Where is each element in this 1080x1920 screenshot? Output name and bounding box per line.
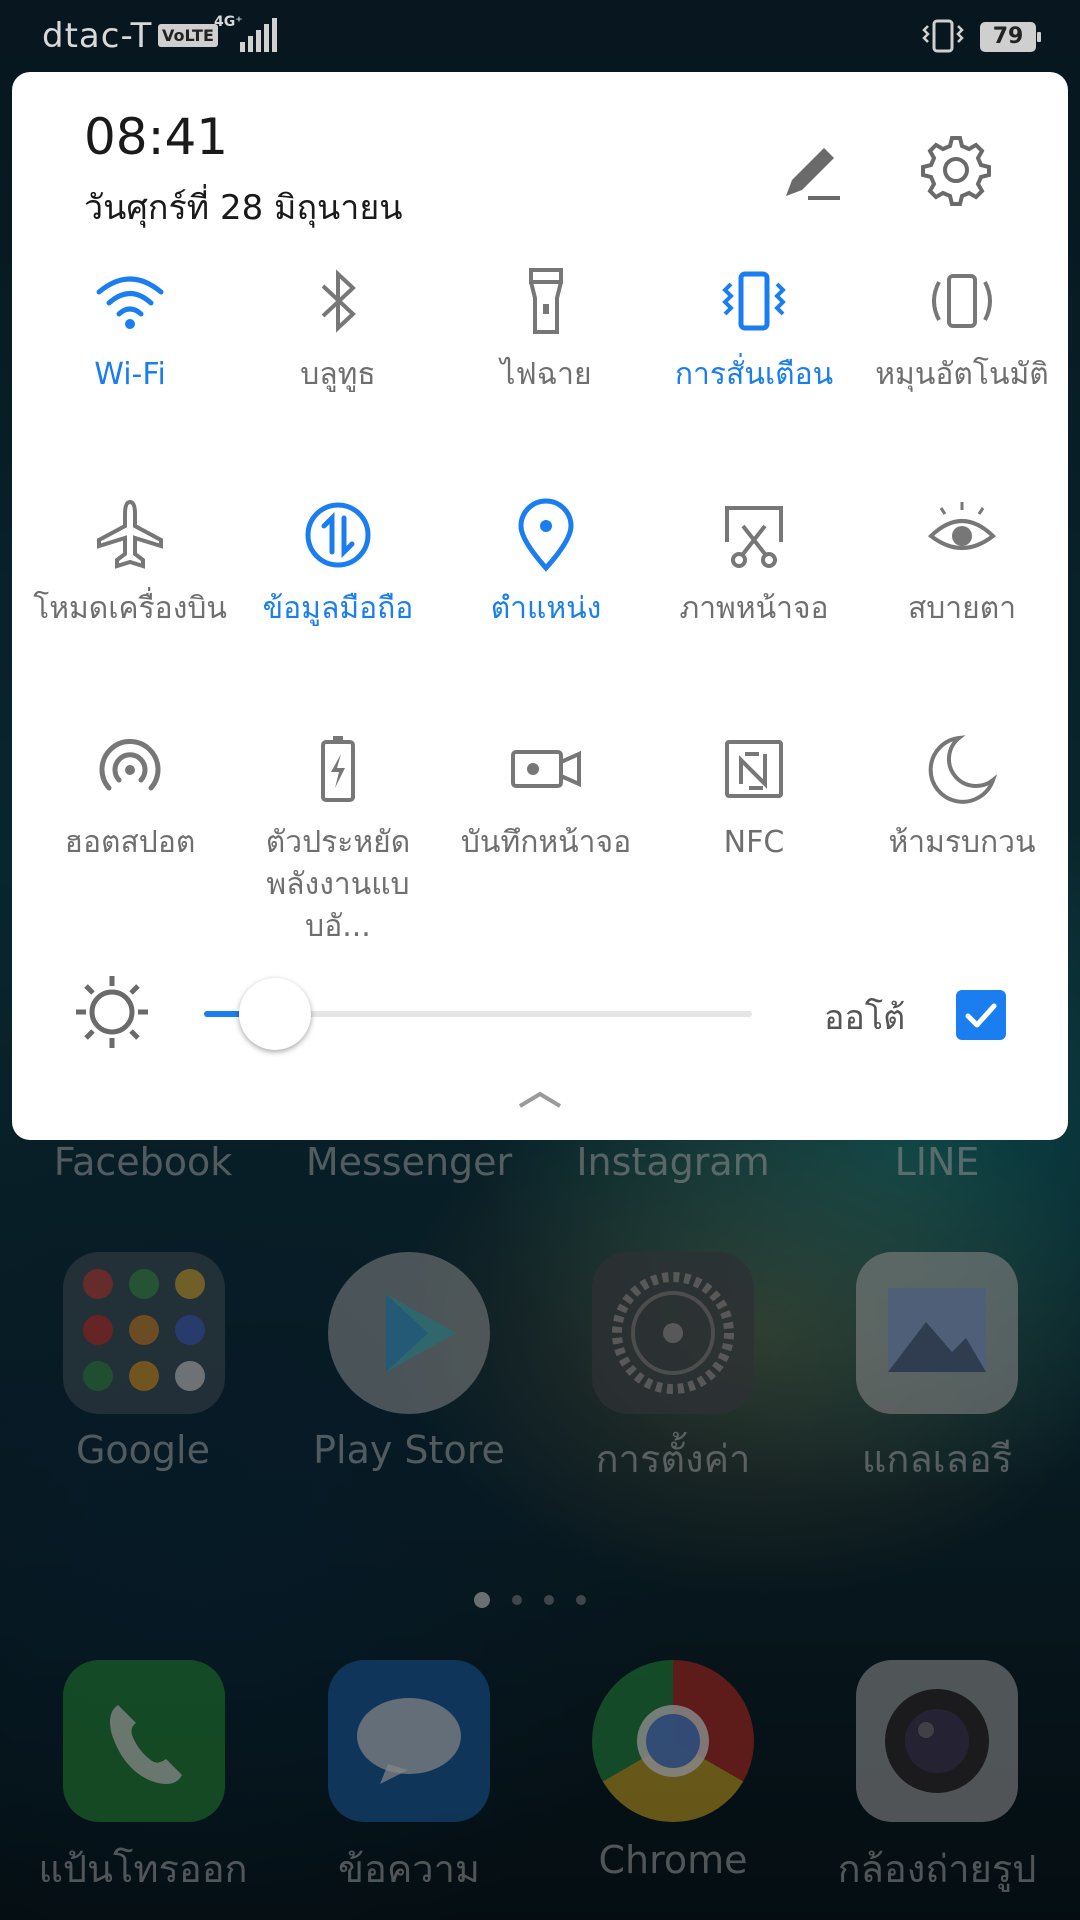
tile-vibrate[interactable]: การสั่นเตือน bbox=[650, 262, 858, 396]
mobile-data-icon bbox=[305, 502, 371, 568]
vibrate-status-icon bbox=[922, 19, 964, 53]
tile-screen-record[interactable]: บันทึกหน้าจอ bbox=[442, 730, 650, 864]
tile-hotspot[interactable]: ฮอตสปอต bbox=[26, 730, 234, 864]
tile-label: โหมดเครื่องบิน bbox=[33, 591, 227, 626]
network-type: 4G⁺ bbox=[214, 14, 243, 30]
tile-label: ภาพหน้าจอ bbox=[679, 591, 829, 626]
airplane-icon bbox=[97, 499, 163, 569]
battery-icon: 79 bbox=[980, 22, 1041, 52]
tile-flashlight[interactable]: ไฟฉาย bbox=[442, 262, 650, 396]
moon-icon bbox=[928, 735, 998, 804]
screenshot-icon bbox=[725, 506, 783, 568]
tile-screenshot[interactable]: ภาพหน้าจอ bbox=[650, 496, 858, 630]
tile-nfc[interactable]: NFC bbox=[650, 730, 858, 864]
bluetooth-icon bbox=[321, 269, 356, 333]
eye-comfort-icon bbox=[927, 502, 997, 550]
wifi-icon bbox=[96, 276, 164, 329]
tile-label: บลูทูธ bbox=[300, 357, 376, 392]
tile-auto-rotate[interactable]: หมุนอัตโนมัติ bbox=[858, 262, 1066, 396]
tile-label: ห้ามรบกวน bbox=[888, 825, 1036, 860]
auto-rotate-icon bbox=[932, 274, 992, 328]
screen-record-icon bbox=[511, 750, 581, 788]
flashlight-icon bbox=[529, 268, 563, 334]
tile-label: ไฟฉาย bbox=[500, 357, 592, 392]
battery-level: 79 bbox=[992, 24, 1024, 49]
tile-label: ข้อมูลมือถือ bbox=[262, 591, 414, 626]
battery-saver-icon bbox=[321, 736, 355, 802]
tile-airplane[interactable]: โหมดเครื่องบิน bbox=[26, 496, 234, 630]
tile-location[interactable]: ตำแหน่ง bbox=[442, 496, 650, 630]
status-bar: dtac-T VoLTE 4G⁺ 79 bbox=[0, 0, 1080, 72]
tile-wifi[interactable]: Wi-Fi bbox=[26, 262, 234, 396]
tile-label: Wi-Fi bbox=[94, 357, 166, 392]
carrier-name: dtac-T bbox=[42, 16, 153, 56]
location-icon bbox=[518, 498, 574, 572]
tile-eye-comfort[interactable]: สบายตา bbox=[858, 496, 1066, 630]
volte-badge: VoLTE bbox=[158, 24, 218, 47]
nfc-icon bbox=[725, 740, 783, 798]
clock: 08:41 bbox=[84, 108, 229, 166]
tile-label: ตำแหน่ง bbox=[490, 591, 602, 626]
brightness-thumb[interactable] bbox=[239, 978, 311, 1050]
edit-pencil-icon[interactable] bbox=[772, 130, 852, 210]
collapse-chevron-icon[interactable] bbox=[510, 1084, 570, 1114]
tile-label: บันทึกหน้าจอ bbox=[460, 825, 632, 860]
auto-brightness-checkbox[interactable] bbox=[956, 990, 1006, 1040]
tile-label: ตัวประหยัดพลังงานแบบอั... bbox=[265, 825, 411, 944]
tile-bluetooth[interactable]: บลูทูธ bbox=[234, 262, 442, 396]
tile-label: สบายตา bbox=[907, 591, 1017, 626]
date: วันศุกร์ที่ 28 มิถุนายน bbox=[84, 188, 403, 228]
auto-brightness-label: ออโต้ bbox=[824, 998, 906, 1038]
tile-do-not-disturb[interactable]: ห้ามรบกวน bbox=[858, 730, 1066, 864]
tile-label: การสั่นเตือน bbox=[674, 357, 834, 392]
tile-label: หมุนอัตโนมัติ bbox=[875, 357, 1049, 392]
tile-mobile-data[interactable]: ข้อมูลมือถือ bbox=[234, 496, 442, 630]
brightness-icon bbox=[76, 976, 148, 1048]
checkmark-icon bbox=[965, 1003, 997, 1028]
quick-settings-panel: 08:41 วันศุกร์ที่ 28 มิถุนายน Wi-Fi บลูท bbox=[12, 72, 1068, 1140]
gear-icon[interactable] bbox=[916, 130, 996, 210]
tile-label: NFC bbox=[723, 825, 785, 860]
signal-icon bbox=[240, 18, 277, 52]
tile-label: ฮอตสปอต bbox=[64, 825, 196, 860]
tile-battery-saver[interactable]: ตัวประหยัดพลังงานแบบอั... bbox=[234, 730, 442, 948]
vibrate-icon bbox=[722, 271, 786, 331]
hotspot-icon bbox=[99, 738, 161, 791]
